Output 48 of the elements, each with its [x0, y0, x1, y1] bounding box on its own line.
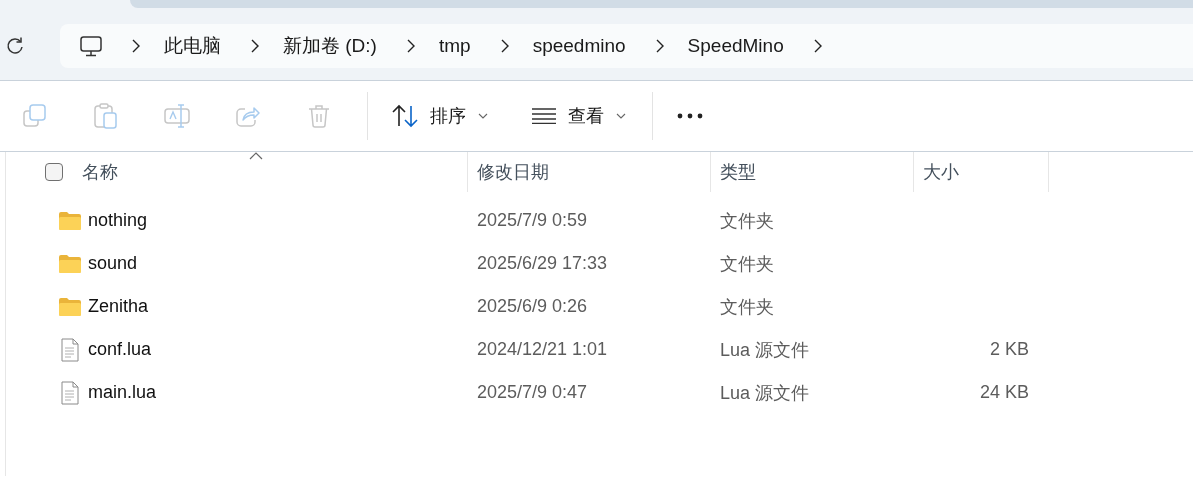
file-type: 文件夹 [720, 210, 774, 231]
column-header[interactable]: 大小 [923, 160, 959, 184]
document-icon [61, 380, 79, 405]
file-name[interactable]: sound [88, 253, 138, 274]
column-header[interactable]: 名称 [82, 160, 118, 184]
breadcrumb-item[interactable]: SpeedMino [687, 35, 784, 57]
computer-icon[interactable] [80, 35, 102, 57]
breadcrumb-item[interactable]: 新加卷 (D:) [283, 33, 377, 59]
sort-button[interactable]: 排序 [380, 94, 500, 138]
file-name[interactable]: main.lua [88, 382, 157, 403]
breadcrumb-item[interactable]: speedmino [532, 35, 626, 57]
sort-icon [392, 104, 418, 128]
caret-icon [616, 113, 626, 119]
modified-date: 2025/7/9 0:47 [477, 382, 588, 402]
breadcrumb-item[interactable]: 此电脑 [164, 33, 221, 59]
chevron-icon [406, 39, 415, 53]
file-type: 文件夹 [720, 253, 774, 274]
address-bar[interactable]: 此电脑 新加卷 (D:) tmp speedmino SpeedMino [60, 24, 1193, 68]
checkbox[interactable] [45, 163, 63, 181]
modified-date: 2025/6/9 0:26 [477, 296, 588, 316]
file-type: Lua 源文件 [720, 382, 810, 403]
folder-icon [59, 254, 81, 273]
view-button[interactable]: 查看 [520, 94, 638, 138]
file-size: 24 KB [979, 382, 1029, 402]
chevron-icon [813, 39, 822, 53]
file-name[interactable]: Zenitha [88, 296, 149, 317]
column-header[interactable]: 类型 [720, 160, 756, 184]
chevron-icon [500, 39, 509, 53]
caret-icon [478, 113, 488, 119]
list-icon [532, 108, 556, 124]
more-icon [677, 113, 703, 119]
file-name[interactable]: conf.lua [88, 339, 152, 360]
refresh-icon[interactable] [5, 36, 25, 56]
file-type: 文件夹 [720, 296, 774, 317]
document-icon [61, 337, 79, 362]
folder-icon [59, 211, 81, 230]
folder-icon [59, 297, 81, 316]
column-header[interactable]: 修改日期 [477, 160, 549, 184]
chevron-icon [655, 39, 664, 53]
chevron-icon [251, 39, 259, 53]
modified-date: 2025/7/9 0:59 [477, 210, 588, 230]
file-type: Lua 源文件 [720, 339, 810, 360]
chevron-icon [132, 39, 140, 53]
file-size: 2 KB [989, 339, 1029, 359]
file-name[interactable]: nothing [88, 210, 148, 231]
breadcrumb-item[interactable]: tmp [438, 35, 471, 57]
modified-date: 2025/6/29 17:33 [477, 253, 608, 273]
modified-date: 2024/12/21 1:01 [477, 339, 608, 359]
